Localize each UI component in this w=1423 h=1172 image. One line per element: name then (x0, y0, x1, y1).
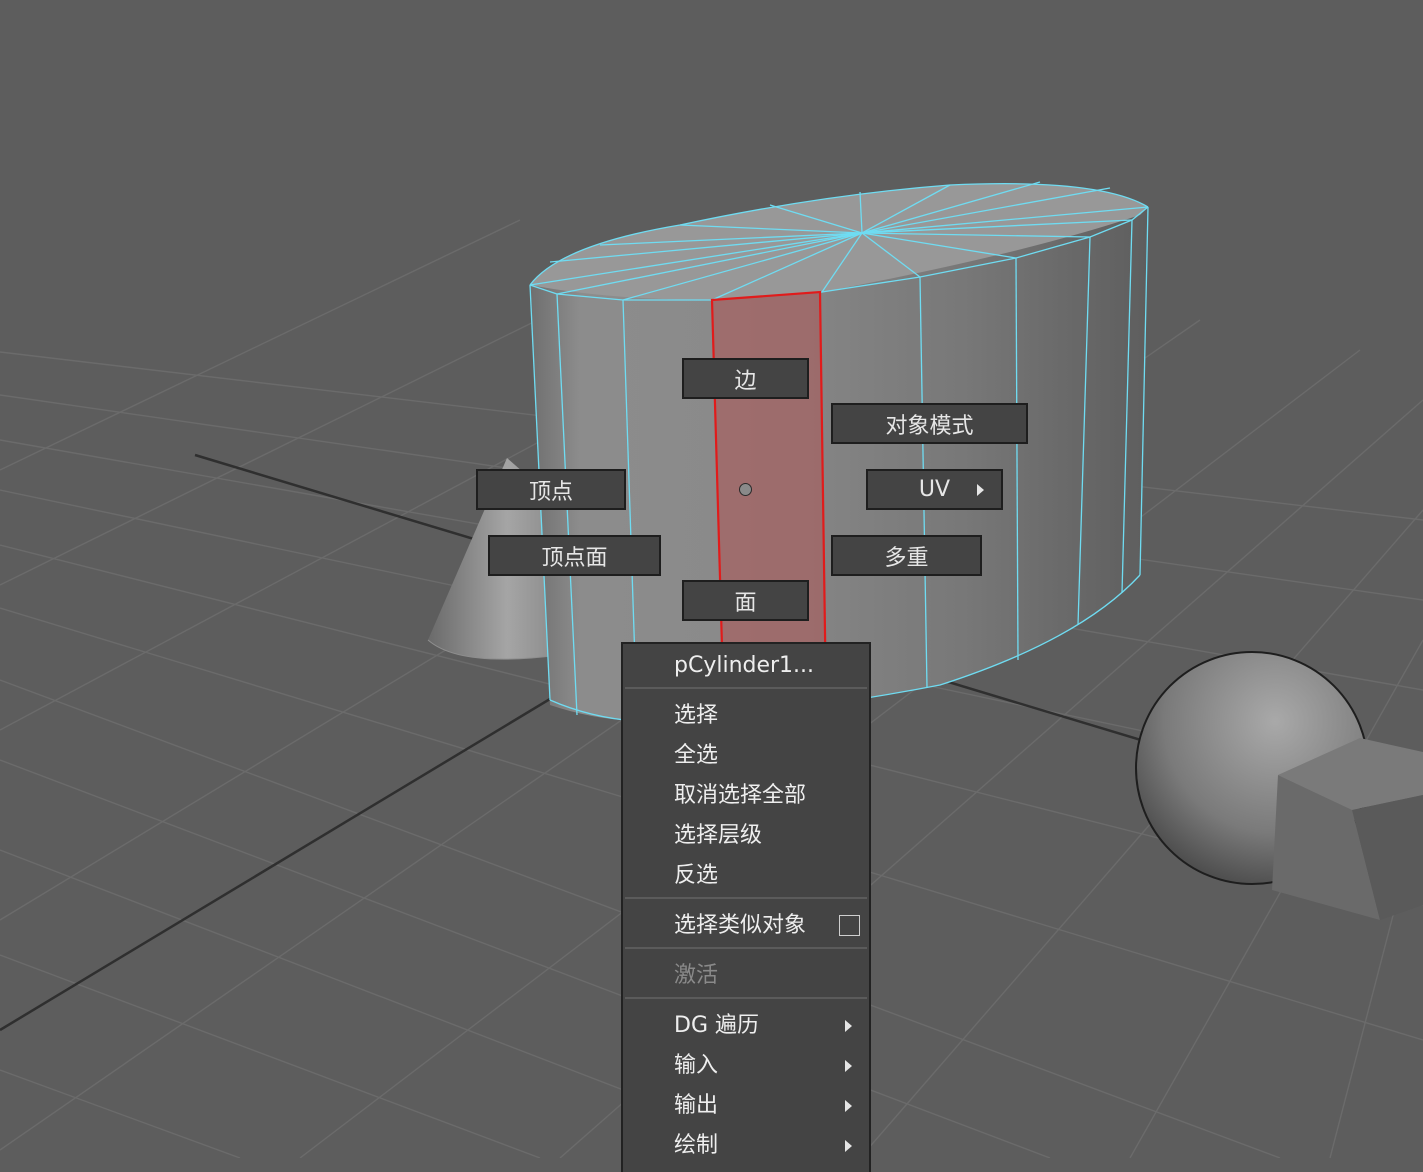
menu-item-label: 取消选择全部 (674, 783, 807, 808)
marking-menu-vertex[interactable]: 顶点 (476, 469, 626, 510)
menu-divider (625, 947, 867, 949)
menu-header-object-name[interactable]: pCylinder1... (623, 646, 869, 686)
menu-item-label: 输入 (674, 1053, 719, 1078)
marking-menu-vertex-face[interactable]: 顶点面 (488, 535, 661, 576)
menu-item-label: 选择 (674, 703, 719, 728)
marking-menu-uv-label: UV (918, 477, 951, 502)
menu-item-label: 激活 (674, 963, 719, 988)
marking-menu-multi[interactable]: 多重 (831, 535, 982, 576)
submenu-arrow-icon (845, 1020, 852, 1032)
submenu-arrow-icon (845, 1100, 852, 1112)
menu-divider (625, 897, 867, 899)
menu-header-label: pCylinder1... (674, 653, 815, 678)
marking-menu-face[interactable]: 面 (682, 580, 809, 621)
menu-divider (625, 687, 867, 689)
menu-item-label: 选择层级 (674, 823, 763, 848)
marking-menu-vertex-label: 顶点 (528, 479, 573, 505)
submenu-arrow-icon (977, 483, 984, 496)
menu-item-label: 选择类似对象 (674, 913, 807, 938)
menu-item-label: DG 遍历 (674, 1013, 759, 1038)
cylinder-object[interactable] (529, 181, 1149, 723)
option-box-icon[interactable] (839, 915, 860, 936)
marking-menu-object-mode[interactable]: 对象模式 (831, 403, 1028, 444)
menu-item-paint[interactable]: 绘制 (623, 1126, 869, 1166)
marking-menu-edge-label: 边 (734, 368, 757, 394)
menu-item-select[interactable]: 选择 (623, 696, 869, 736)
menu-item-outputs[interactable]: 输出 (623, 1086, 869, 1126)
menu-item-invert-selection[interactable]: 反选 (623, 856, 869, 896)
menu-item-label: 输出 (674, 1093, 719, 1118)
menu-item-label: 全选 (674, 743, 719, 768)
menu-item-deselect-all[interactable]: 取消选择全部 (623, 776, 869, 816)
marking-menu-vertex-face-label: 顶点面 (541, 545, 608, 571)
marking-menu-object-mode-label: 对象模式 (885, 413, 974, 439)
marking-menu-face-label: 面 (734, 590, 757, 616)
menu-item-select-similar[interactable]: 选择类似对象 (623, 906, 869, 946)
menu-divider (625, 997, 867, 999)
menu-item-label: 反选 (674, 863, 719, 888)
marking-menu-edge[interactable]: 边 (682, 358, 809, 399)
marking-menu-center-dot (739, 483, 752, 496)
menu-item-select-all[interactable]: 全选 (623, 736, 869, 776)
submenu-arrow-icon (845, 1060, 852, 1072)
menu-item-dg-traversal[interactable]: DG 遍历 (623, 1006, 869, 1046)
marking-menu-multi-label: 多重 (884, 545, 929, 571)
menu-item-select-hierarchy[interactable]: 选择层级 (623, 816, 869, 856)
menu-item-inputs[interactable]: 输入 (623, 1046, 869, 1086)
menu-item-activate: 激活 (623, 956, 869, 996)
marking-menu-uv[interactable]: UV (866, 469, 1003, 510)
submenu-arrow-icon (845, 1140, 852, 1152)
context-menu: pCylinder1... 选择 全选 取消选择全部 选择层级 反选 选择类似对… (621, 642, 871, 1172)
menu-item-label: 绘制 (674, 1133, 719, 1158)
